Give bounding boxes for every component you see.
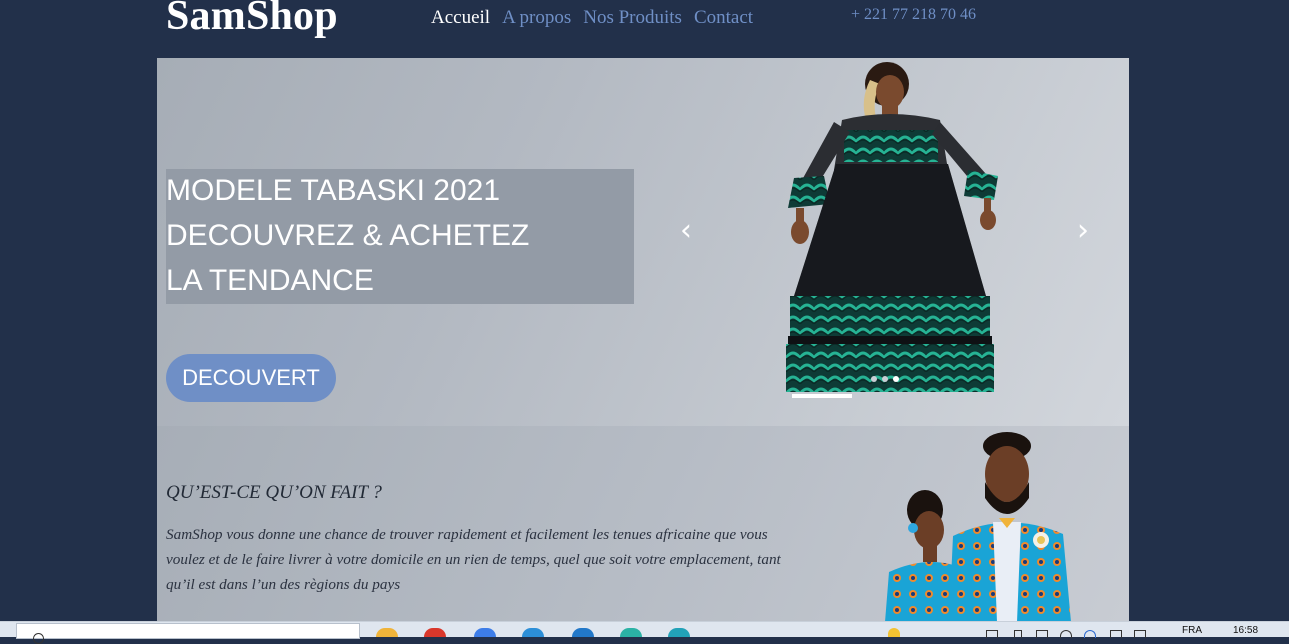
language-indicator[interactable]: FRA <box>1182 625 1202 636</box>
carousel-dot-3[interactable] <box>893 376 899 382</box>
site-logo[interactable]: SamShop <box>166 0 338 40</box>
wifi-icon[interactable] <box>1134 630 1146 638</box>
carousel-indicators <box>871 376 899 382</box>
nav-link-nos-produits[interactable]: Nos Produits <box>583 7 682 29</box>
about-text: SamShop vous donne une chance de trouver… <box>166 526 781 593</box>
about-title: QU’EST-CE QU’ON FAIT ? <box>166 482 382 503</box>
couple-image <box>885 432 1071 622</box>
carousel-next-button[interactable]: › <box>1077 216 1089 246</box>
os-taskbar: FRA 16:58 <box>0 621 1289 644</box>
nav-link-accueil[interactable]: Accueil <box>431 7 490 29</box>
chevron-right-icon: › <box>1077 213 1089 248</box>
hero-line-2: DECOUVREZ & ACHETEZ <box>166 219 530 252</box>
decouvert-button[interactable]: DECOUVERT <box>166 354 336 402</box>
nav-link-contact[interactable]: Contact <box>694 7 753 29</box>
carousel-dot-1[interactable] <box>871 376 877 382</box>
search-icon <box>33 633 44 644</box>
taskbar-search-input[interactable] <box>16 623 360 644</box>
carousel-prev-button[interactable]: ‹ <box>680 216 692 246</box>
about-section: QU’EST-CE QU’ON FAIT ? SamShop vous donn… <box>157 426 1129 622</box>
onedrive-icon[interactable] <box>1084 630 1096 638</box>
carousel-dot-2[interactable] <box>882 376 888 382</box>
nav-link-a-propos[interactable]: A propos <box>502 7 571 29</box>
hero-line-3: LA TENDANCE <box>166 264 374 297</box>
chevron-left-icon: ‹ <box>680 213 692 248</box>
hero-carousel: MODELE TABASKI 2021 DECOUVREZ & ACHETEZ … <box>157 58 1129 426</box>
dress-model-image <box>786 62 998 398</box>
clock-time[interactable]: 16:58 <box>1233 625 1258 636</box>
globe-icon[interactable] <box>1060 630 1072 638</box>
display-icon[interactable] <box>1110 630 1122 638</box>
battery-icon[interactable] <box>1014 630 1022 638</box>
network-icon[interactable] <box>986 630 998 638</box>
phone-number: + 221 77 218 70 46 <box>851 6 977 23</box>
hero-line-1: MODELE TABASKI 2021 <box>166 174 501 207</box>
volume-icon[interactable] <box>1036 630 1048 638</box>
main-nav: Accueil A propos Nos Produits Contact <box>431 7 753 29</box>
